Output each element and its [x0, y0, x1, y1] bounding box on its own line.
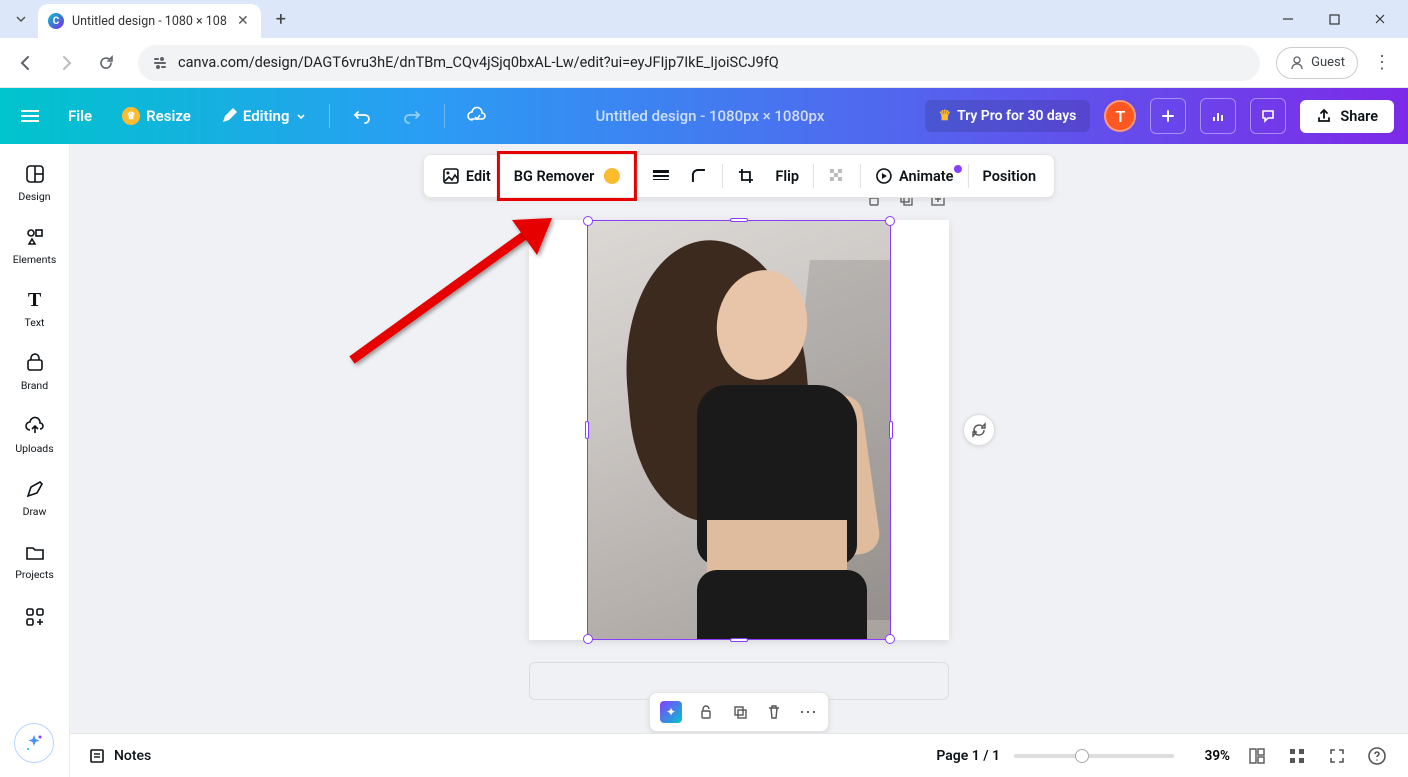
divider: [444, 104, 445, 128]
projects-icon: [23, 540, 47, 564]
window-controls: [1276, 7, 1400, 31]
tab-close-icon[interactable]: ✕: [235, 13, 251, 29]
analytics-button[interactable]: [1200, 98, 1236, 134]
thumbnail-view-icon[interactable]: [1284, 743, 1310, 769]
site-settings-icon[interactable]: [152, 55, 168, 71]
crop-button[interactable]: [727, 161, 765, 191]
rail-text[interactable]: T Text: [5, 280, 65, 341]
crown-icon: ♛: [122, 107, 140, 125]
border-weight-button[interactable]: [642, 163, 680, 189]
transparency-button[interactable]: [818, 161, 856, 191]
more-icon[interactable]: ⋯: [798, 702, 818, 722]
image-content: [587, 220, 891, 640]
tab-search-dropdown[interactable]: [8, 6, 34, 32]
zoom-slider[interactable]: [1014, 754, 1174, 758]
share-button[interactable]: Share: [1300, 100, 1394, 133]
divider: [637, 164, 638, 188]
cloud-sync-icon[interactable]: [459, 98, 495, 134]
maximize-icon[interactable]: [1322, 7, 1346, 31]
magic-button[interactable]: [14, 723, 54, 763]
bottom-bar: Notes Page 1 / 1 39%: [70, 733, 1408, 777]
context-toolbar: Edit BG Remover Flip: [423, 154, 1055, 198]
lock-icon[interactable]: [696, 702, 716, 722]
url-text: canva.com/design/DAGT6vru3hE/dnTBm_CQv4j…: [178, 54, 779, 71]
new-tab-button[interactable]: +: [267, 5, 295, 33]
element-floating-toolbar: ✦ ⋯: [649, 692, 829, 732]
design-icon: [23, 162, 47, 186]
brand-icon: [23, 351, 47, 375]
browser-titlebar: C Untitled design - 1080 × 108 ✕ +: [0, 0, 1408, 38]
close-window-icon[interactable]: [1368, 7, 1392, 31]
rail-elements[interactable]: Elements: [5, 217, 65, 278]
reload-button[interactable]: [90, 47, 122, 79]
rail-apps[interactable]: [5, 597, 65, 641]
user-avatar[interactable]: T: [1104, 100, 1136, 132]
canvas-area[interactable]: Edit BG Remover Flip: [70, 144, 1408, 777]
selected-image[interactable]: [587, 220, 891, 640]
editing-mode-dropdown[interactable]: Editing: [213, 101, 316, 131]
design-title[interactable]: Untitled design - 1080px × 1080px: [596, 107, 825, 125]
minimize-icon[interactable]: [1276, 7, 1300, 31]
position-button[interactable]: Position: [972, 162, 1046, 191]
rail-brand[interactable]: Brand: [5, 343, 65, 404]
apps-icon: [23, 605, 47, 629]
animate-button[interactable]: Animate: [865, 161, 963, 191]
divider: [722, 164, 723, 188]
elements-icon: [23, 225, 47, 249]
notes-button[interactable]: Notes: [88, 747, 151, 765]
draw-icon: [23, 477, 47, 501]
pro-badge-icon: [604, 168, 620, 184]
bg-remover-button[interactable]: BG Remover: [504, 162, 631, 191]
resize-button[interactable]: ♛ Resize: [114, 101, 199, 131]
menu-button[interactable]: [14, 100, 46, 132]
corner-radius-button[interactable]: [680, 161, 718, 191]
duplicate-icon[interactable]: [730, 702, 750, 722]
divider: [967, 164, 968, 188]
annotation-highlight: BG Remover: [497, 151, 638, 201]
edit-image-button[interactable]: Edit: [432, 161, 501, 191]
page-indicator[interactable]: Page 1 / 1: [936, 748, 1000, 764]
main-area: Design Elements T Text Brand Uploads Dra…: [0, 144, 1408, 777]
divider: [813, 164, 814, 188]
fullscreen-icon[interactable]: [1324, 743, 1350, 769]
delete-icon[interactable]: [764, 702, 784, 722]
zoom-percent[interactable]: 39%: [1188, 748, 1230, 764]
left-rail: Design Elements T Text Brand Uploads Dra…: [0, 144, 70, 777]
divider: [329, 104, 330, 128]
add-collaborator-button[interactable]: [1150, 98, 1186, 134]
help-icon[interactable]: [1364, 743, 1390, 769]
browser-toolbar: canva.com/design/DAGT6vru3hE/dnTBm_CQv4j…: [0, 38, 1408, 88]
rail-uploads[interactable]: Uploads: [5, 406, 65, 467]
comment-button[interactable]: [1250, 98, 1286, 134]
tab-title: Untitled design - 1080 × 108: [72, 14, 227, 29]
browser-menu-icon[interactable]: ⋮: [1366, 47, 1398, 79]
uploads-icon: [23, 414, 47, 438]
notification-dot: [953, 165, 961, 173]
try-pro-button[interactable]: ♛ Try Pro for 30 days: [925, 100, 1091, 132]
rail-draw[interactable]: Draw: [5, 469, 65, 530]
canva-topbar: File ♛ Resize Editing Untitled design - …: [0, 88, 1408, 144]
browser-tab[interactable]: C Untitled design - 1080 × 108 ✕: [38, 4, 261, 38]
divider: [860, 164, 861, 188]
redo-button[interactable]: [394, 98, 430, 134]
zoom-thumb[interactable]: [1075, 749, 1089, 763]
guest-label: Guest: [1311, 55, 1345, 70]
crown-icon: ♛: [939, 108, 952, 124]
forward-button[interactable]: [50, 47, 82, 79]
magic-edit-icon[interactable]: ✦: [660, 701, 682, 723]
rotate-handle[interactable]: [963, 414, 995, 446]
rail-projects[interactable]: Projects: [5, 532, 65, 593]
canvas-page[interactable]: [529, 220, 949, 640]
address-bar[interactable]: canva.com/design/DAGT6vru3hE/dnTBm_CQv4j…: [138, 45, 1260, 81]
file-menu[interactable]: File: [60, 101, 100, 131]
undo-button[interactable]: [344, 98, 380, 134]
rail-design[interactable]: Design: [5, 154, 65, 215]
flip-button[interactable]: Flip: [765, 162, 809, 191]
text-icon: T: [23, 288, 47, 312]
canva-favicon: C: [48, 13, 64, 29]
guest-profile-chip[interactable]: Guest: [1276, 47, 1358, 79]
back-button[interactable]: [10, 47, 42, 79]
canvas-page-wrap: [529, 220, 949, 700]
grid-view-icon[interactable]: [1244, 743, 1270, 769]
